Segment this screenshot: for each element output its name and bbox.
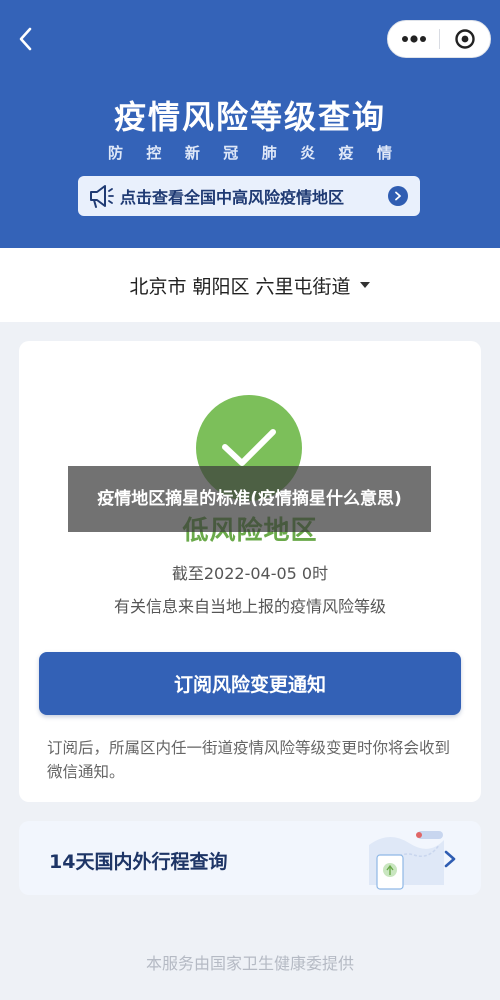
subtitle-char: 控 — [146, 144, 162, 162]
more-button[interactable] — [388, 21, 439, 57]
notice-text: 点击查看全国中高风险疫情地区 — [120, 188, 345, 207]
page-title: 疫情风险等级查询 — [113, 98, 386, 136]
trip-query-card[interactable]: 14天国内外行程查询 — [19, 821, 481, 895]
trip-query-label: 14天国内外行程查询 — [49, 851, 228, 873]
close-target-icon — [455, 29, 475, 49]
page-subtitle: 防 控 新 冠 肺 炎 疫 情 — [108, 142, 392, 163]
location-selector[interactable]: 北京市 朝阳区 六里屯街道 — [0, 248, 500, 322]
chevron-right-icon — [395, 191, 401, 201]
subtitle-char: 新 — [184, 144, 200, 162]
subtitle-char: 肺 — [261, 144, 277, 162]
high-risk-areas-link[interactable]: 点击查看全国中高风险疫情地区 — [78, 176, 420, 216]
update-timestamp: 截至2022-04-05 0时 — [171, 564, 329, 583]
subtitle-char: 疫 — [338, 144, 354, 162]
subscribe-description: 订阅后，所属区内任一街道疫情风险等级变更时你将会收到微信通知。 — [47, 739, 451, 781]
subtitle-char: 情 — [376, 144, 392, 162]
data-source-note: 有关信息来自当地上报的疫情风险等级 — [113, 597, 386, 616]
subtitle-char: 炎 — [300, 144, 316, 162]
back-arrow-icon — [19, 27, 32, 51]
location-text: 北京市 朝阳区 六里屯街道 — [129, 275, 351, 298]
caret-down-icon — [359, 282, 370, 288]
more-dots-icon — [401, 35, 426, 43]
subtitle-char: 防 — [108, 144, 124, 162]
subscribe-button[interactable]: 订阅风险变更通知 — [39, 652, 461, 715]
subtitle-char: 冠 — [223, 144, 239, 162]
checkmark-icon — [222, 429, 276, 466]
overlay-caption-text: 疫情地区摘星的标准(疫情摘星什么意思) — [97, 489, 402, 509]
notice-arrow — [388, 186, 408, 206]
footer-note: 本服务由国家卫生健康委提供 — [145, 954, 354, 973]
chevron-right-icon — [444, 850, 456, 868]
map-route-icon — [369, 831, 444, 890]
mini-program-capsule — [387, 20, 491, 58]
header: 疫情风险等级查询 防 控 新 冠 肺 炎 疫 情 点击查看全国中高风险疫情地区 — [0, 0, 500, 248]
speaker-icon — [90, 185, 114, 208]
overlay-caption: 疫情地区摘星的标准(疫情摘星什么意思) — [68, 466, 431, 532]
close-button[interactable] — [440, 21, 490, 57]
back-button[interactable] — [14, 24, 38, 54]
